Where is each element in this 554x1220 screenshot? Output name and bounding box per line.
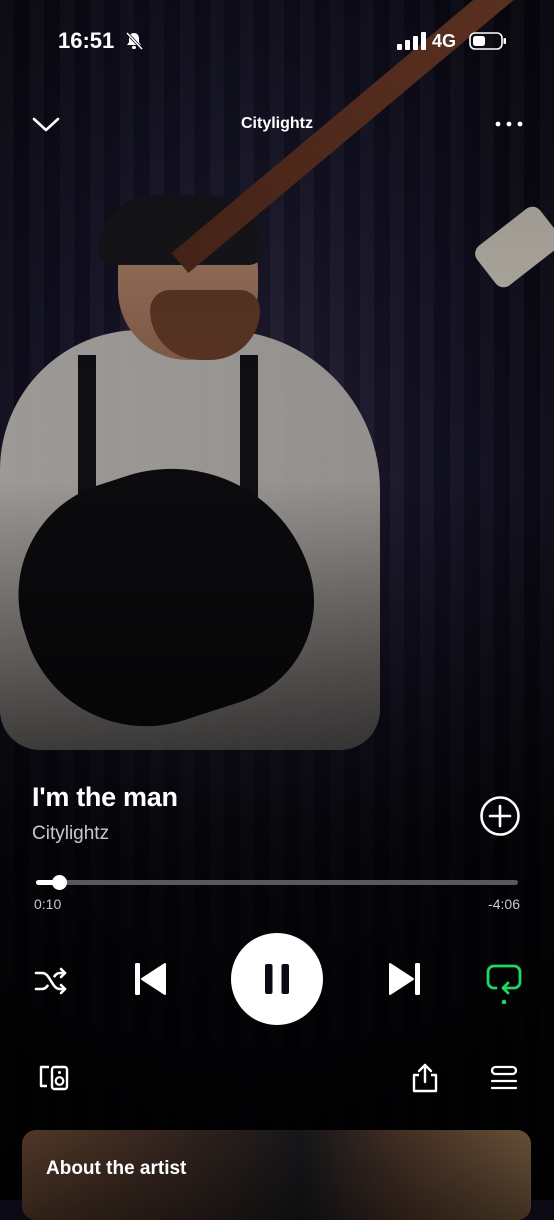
network-type: 4G xyxy=(432,31,457,51)
remaining-time: -4:06 xyxy=(488,896,520,912)
pause-button[interactable] xyxy=(231,933,323,1025)
repeat-active-dot xyxy=(501,999,507,1005)
pause-icon xyxy=(265,964,289,994)
signal-icon xyxy=(397,32,426,50)
about-artist-card[interactable]: About the artist xyxy=(22,1130,531,1220)
track-title[interactable]: I'm the man xyxy=(32,782,178,813)
queue-icon[interactable] xyxy=(489,1064,519,1092)
battery-icon xyxy=(469,32,506,50)
shuffle-icon[interactable] xyxy=(34,966,68,996)
more-icon[interactable] xyxy=(492,113,526,135)
add-circle-icon[interactable] xyxy=(478,794,522,838)
previous-icon[interactable] xyxy=(130,959,170,999)
elapsed-time: 0:10 xyxy=(34,896,62,912)
status-bar: 16:51 4G xyxy=(0,0,554,86)
next-icon[interactable] xyxy=(385,959,425,999)
context-title: Citylightz xyxy=(241,115,313,132)
share-icon[interactable] xyxy=(410,1062,440,1094)
about-artist-heading: About the artist xyxy=(46,1158,187,1179)
progress-bar[interactable] xyxy=(36,875,518,890)
bell-slash-icon xyxy=(125,31,144,51)
progress-handle[interactable] xyxy=(51,875,67,890)
track-artist[interactable]: Citylightz xyxy=(32,823,109,845)
repeat-icon[interactable] xyxy=(484,960,524,1006)
status-time: 16:51 xyxy=(58,28,115,53)
connect-devices-icon[interactable] xyxy=(38,1064,70,1092)
